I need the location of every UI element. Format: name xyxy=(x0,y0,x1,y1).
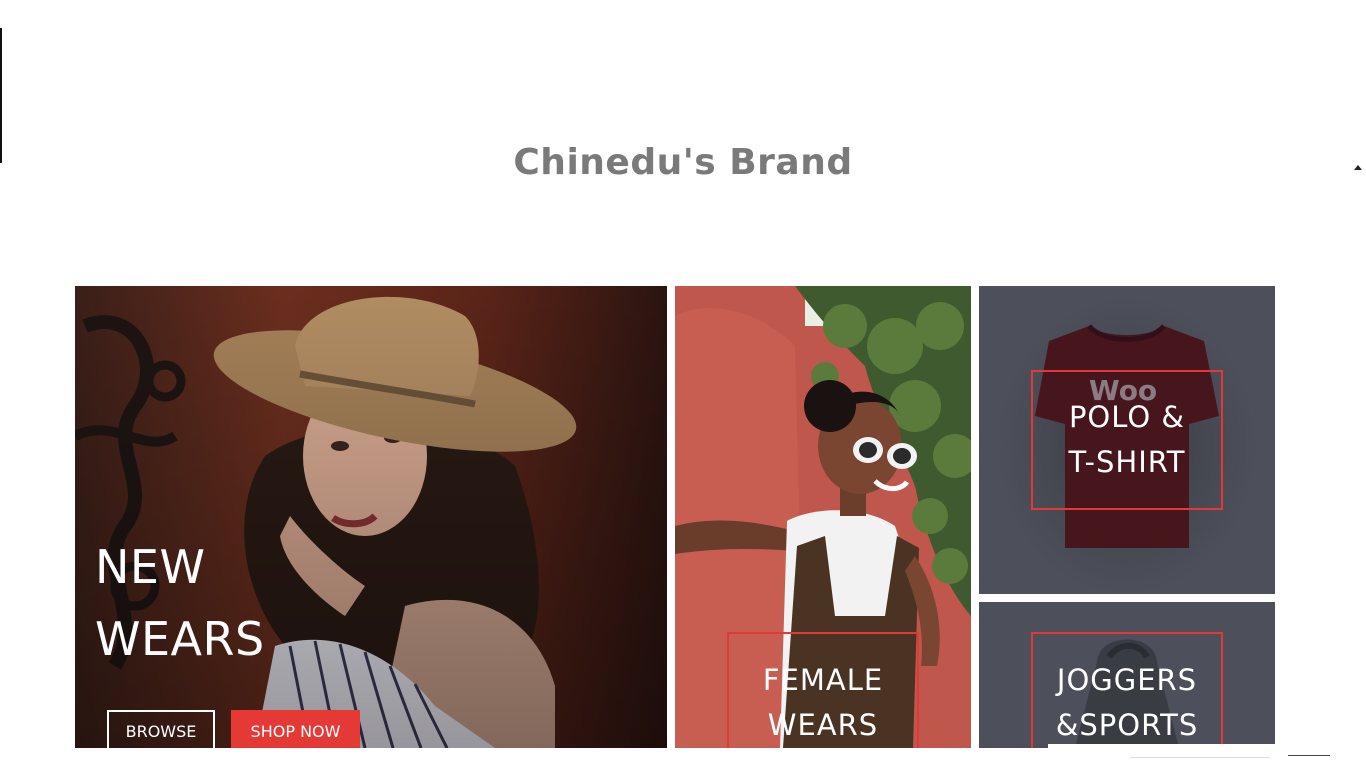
bottom-divider xyxy=(1130,757,1270,758)
category-tile-new-wears[interactable]: NEW WEARS BROWSE SHOP NOW xyxy=(75,286,667,748)
browse-button[interactable]: BROWSE xyxy=(107,710,215,748)
brand-header: Chinedu's Brand xyxy=(0,136,1366,182)
polo-title: POLO & T-SHIRT xyxy=(979,395,1275,485)
shop-now-button[interactable]: SHOP NOW xyxy=(231,710,360,748)
joggers-line2: &SPORTS xyxy=(1055,708,1199,742)
female-wears-title: FEMALE WEARS xyxy=(675,658,971,748)
category-tile-joggers-sports[interactable]: JOGGERS &SPORTS xyxy=(979,602,1275,748)
new-wears-title: NEW WEARS xyxy=(95,531,265,675)
category-tile-polo-tshirt[interactable]: Woo POLO & T-SHIRT xyxy=(979,286,1275,594)
woman-hat-photo xyxy=(75,286,667,748)
new-wears-line1: NEW xyxy=(95,540,206,594)
bottom-overlay xyxy=(1048,744,1276,768)
new-wears-line2: WEARS xyxy=(95,612,265,666)
bottom-rule xyxy=(1288,755,1330,756)
female-wears-line1: FEMALE xyxy=(762,663,884,697)
category-tile-female-wears[interactable]: FEMALE WEARS xyxy=(675,286,971,748)
female-wears-line2: WEARS xyxy=(767,708,879,742)
joggers-title: JOGGERS &SPORTS xyxy=(979,658,1275,748)
joggers-line1: JOGGERS xyxy=(1056,663,1198,697)
polo-line2: T-SHIRT xyxy=(1068,445,1186,479)
brand-title: Chinedu's Brand xyxy=(513,142,853,182)
polo-line1: POLO & xyxy=(1068,400,1186,434)
